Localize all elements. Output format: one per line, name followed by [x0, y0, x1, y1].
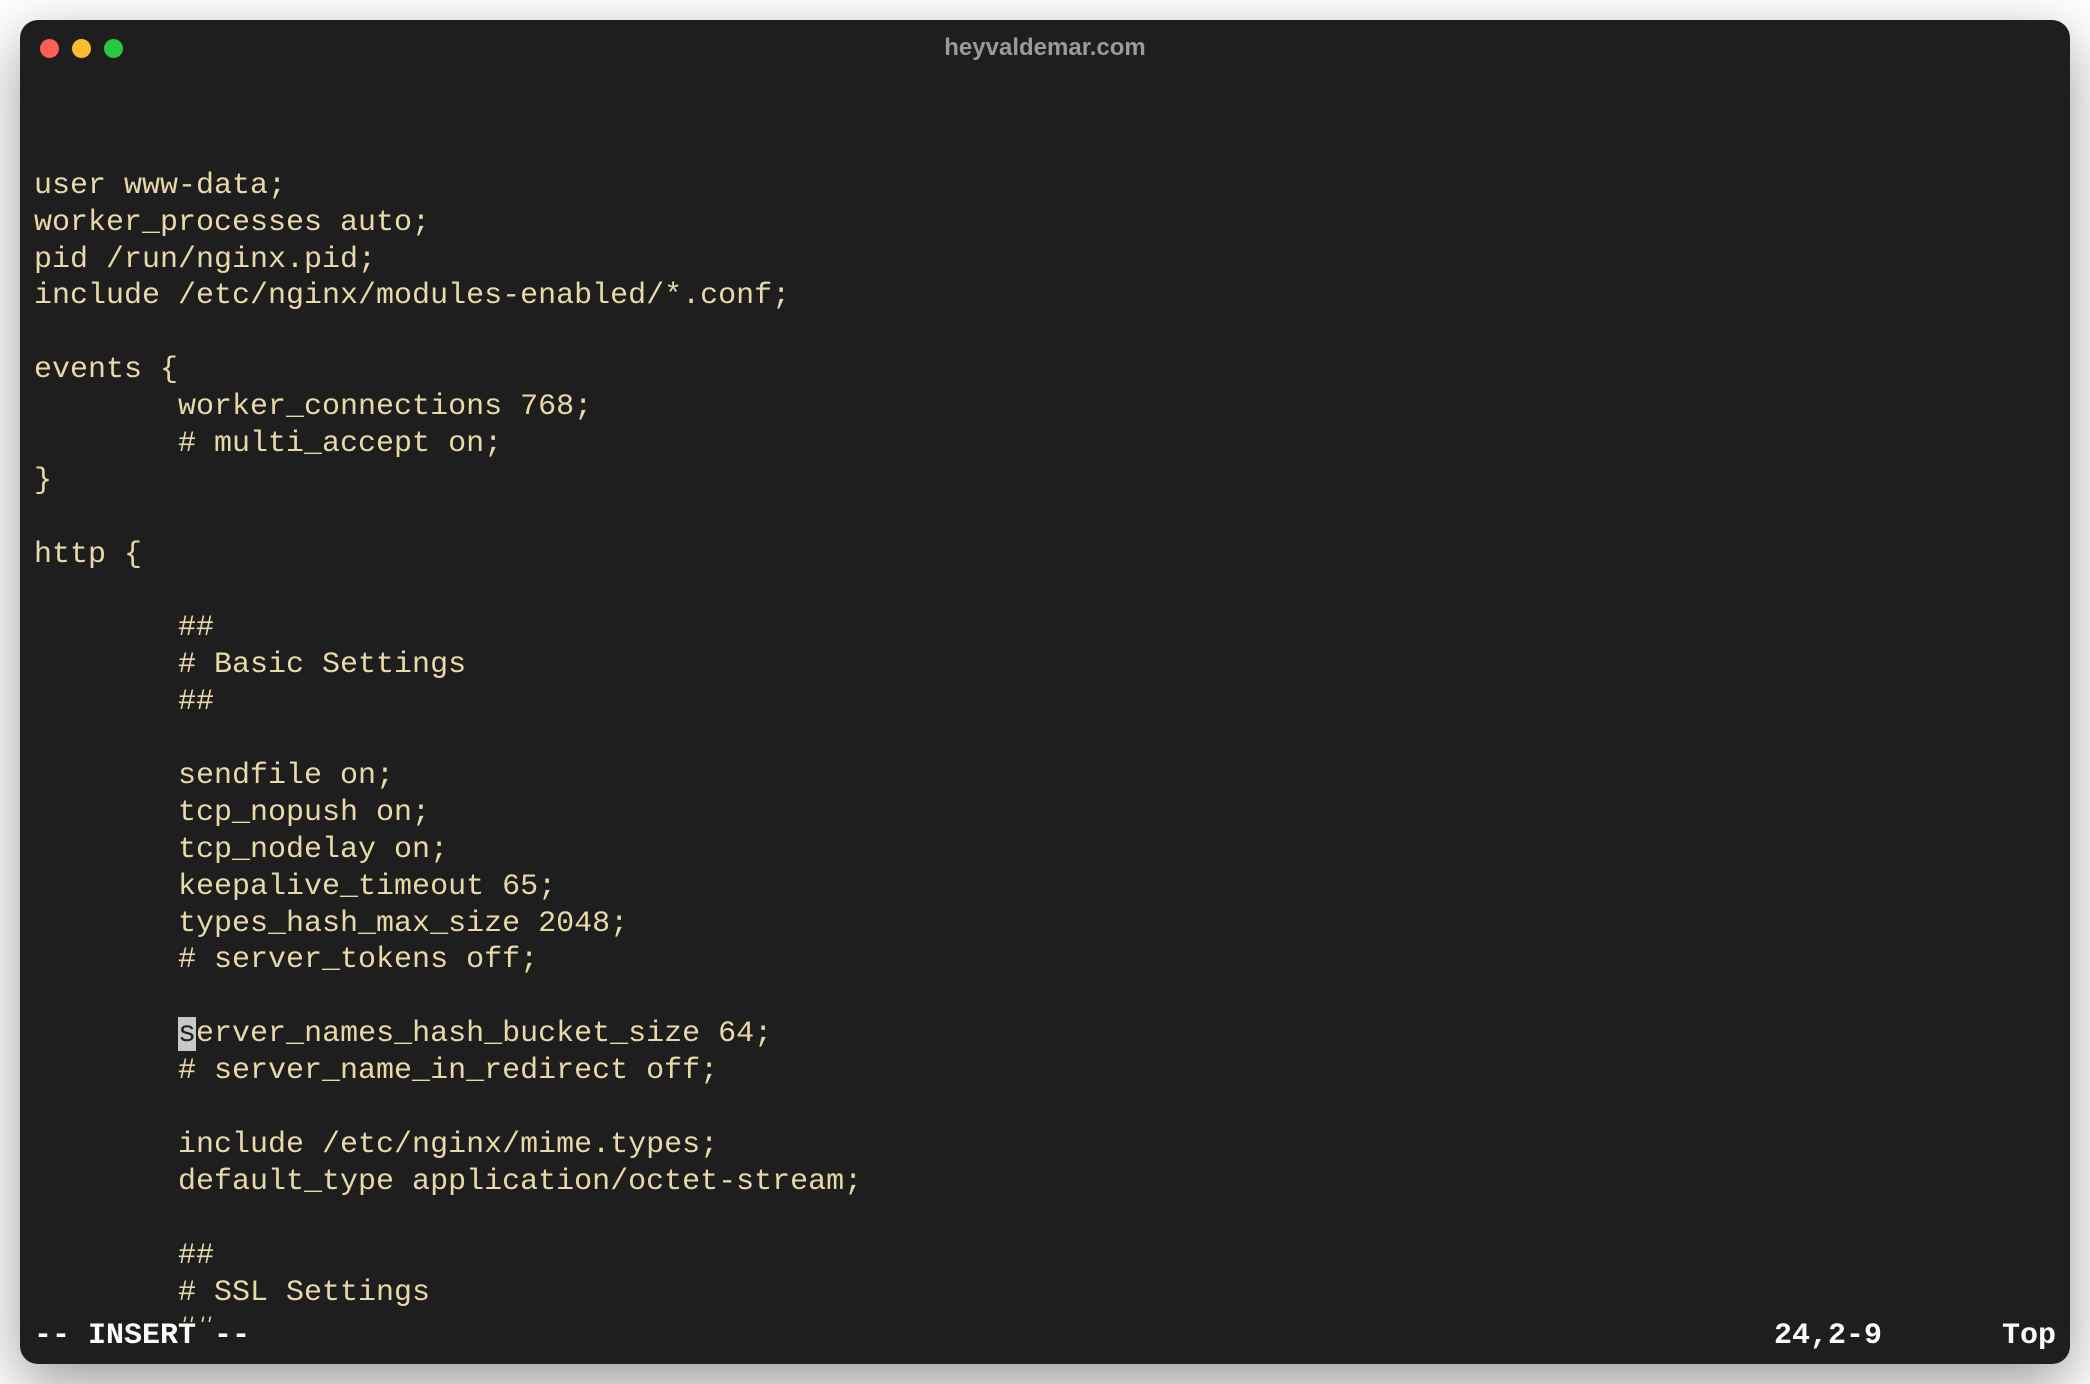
title-bar: heyvaldemar.com	[20, 20, 2070, 76]
traffic-lights	[40, 39, 123, 58]
editor-content[interactable]: user www-data; worker_processes auto; pi…	[34, 168, 2056, 1322]
maximize-button[interactable]	[104, 39, 123, 58]
minimize-button[interactable]	[72, 39, 91, 58]
status-bar: -- INSERT -- 24,2-9 Top	[20, 1322, 2070, 1364]
terminal-window: heyvaldemar.com user www-data; worker_pr…	[20, 20, 2070, 1364]
editor-area[interactable]: user www-data; worker_processes auto; pi…	[20, 76, 2070, 1322]
window-title: heyvaldemar.com	[944, 34, 1145, 62]
cursor-position: 24,2-9	[1774, 1319, 1882, 1353]
vim-mode: -- INSERT --	[34, 1319, 250, 1353]
scroll-position: Top	[2002, 1319, 2056, 1353]
close-button[interactable]	[40, 39, 59, 58]
